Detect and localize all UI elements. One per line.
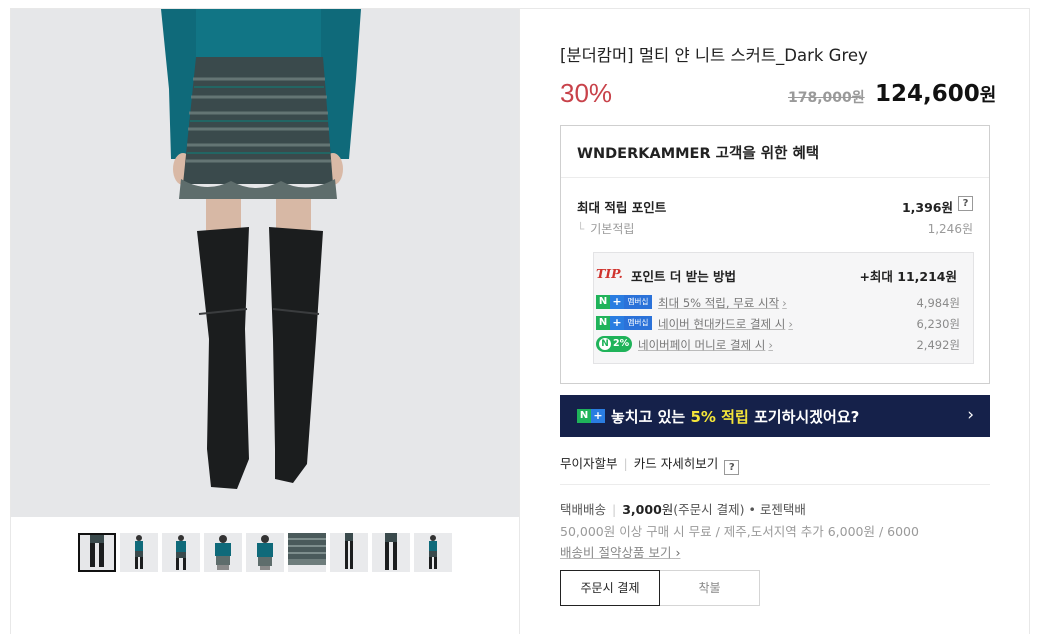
tip-box: TIP. 포인트 더 받는 방법 +최대 11,214원 N + 멤버십 최대 5%…	[593, 252, 974, 364]
vertical-divider	[519, 8, 520, 634]
basic-point-label: 기본적립	[590, 222, 635, 236]
thumbnail-8[interactable]	[372, 533, 410, 572]
naver-plus-icon: N +	[577, 409, 605, 423]
naver-plus-membership-icon: N + 멤버십	[596, 295, 652, 309]
naver-plus-banner[interactable]: N + 놓치고 있는 5% 적립 포기하시겠어요? ›	[560, 395, 990, 437]
sale-price: 124,600원	[875, 81, 996, 107]
thumbnail-1[interactable]	[78, 533, 116, 572]
sale-price-amount: 124,600	[875, 81, 980, 107]
card-help-icon[interactable]: ?	[724, 460, 740, 475]
original-price: 178,000원	[788, 90, 865, 106]
thumbnail-3[interactable]	[162, 533, 200, 572]
shipping-row: 택배배송 | 3,000원(주문시 결제) • 로젠택배	[560, 502, 806, 517]
thumbnail-2[interactable]	[120, 533, 158, 572]
tip-row-text[interactable]: 네이버페이 머니로 결제 시 ›	[638, 337, 773, 353]
shipping-carrier: • 로젠택배	[748, 502, 806, 517]
tip-header: TIP. 포인트 더 받는 방법 +최대 11,214원	[594, 253, 973, 284]
tip-row-value: 2,492원	[916, 338, 960, 352]
chevron-right-icon: ›	[788, 317, 793, 331]
thumbnail-9[interactable]	[414, 533, 452, 572]
tip-mark: TIP.	[596, 266, 623, 281]
tip-title: 포인트 더 받는 방법	[631, 269, 737, 284]
benefit-box: WNDERKAMMER 고객을 위한 혜택 최대 적립 포인트 1,396원 ?…	[560, 125, 990, 384]
banner-message: 놓치고 있는 5% 적립 포기하시겠어요?	[611, 408, 860, 426]
installment-label: 무이자할부	[560, 456, 618, 471]
shipping-fee: 3,000원	[622, 502, 674, 517]
basic-point-row: └ 기본적립 1,246원	[577, 220, 973, 237]
tip-row-value: 4,984원	[916, 296, 960, 310]
chevron-right-icon: ›	[782, 296, 787, 310]
basic-point-value: 1,246원	[927, 222, 973, 236]
chevron-right-icon: ›	[967, 405, 974, 425]
sale-price-unit: 원	[979, 85, 997, 106]
max-point-value: 1,396원	[901, 200, 953, 215]
section-divider	[560, 484, 990, 485]
thumbnail-5[interactable]	[246, 533, 284, 572]
point-help-icon[interactable]: ?	[958, 196, 973, 211]
free-shipping-condition: 50,000원 이상 구매 시 무료 / 제주,도서지역 추가 6,000원 /…	[560, 524, 919, 539]
tip-row-membership[interactable]: N + 멤버십 최대 5% 적립, 무료 시작 › 4,984원	[596, 294, 960, 310]
product-page: [분더캄머] 멀티 얀 니트 스커트_Dark Grey 30% 178,000…	[0, 0, 1038, 634]
thumbnail-strip	[78, 533, 452, 572]
thumbnail-7[interactable]	[330, 533, 368, 572]
shipping-type: 택배배송	[560, 502, 607, 517]
pay-on-delivery-button[interactable]: 착불	[660, 570, 760, 606]
thumbnail-6[interactable]	[288, 533, 326, 572]
shipping-saving-link[interactable]: 배송비 절약상품 보기 ›	[560, 542, 680, 561]
tip-row-hyundai-card[interactable]: N + 멤버십 네이버 현대카드로 결제 시 › 6,230원	[596, 315, 960, 331]
branch-icon: └	[577, 222, 585, 236]
product-photo-illustration	[11, 9, 519, 517]
shipping-payment-toggle: 주문시 결제 착불	[560, 570, 760, 606]
naverpay-percent-icon: N 2%	[596, 336, 632, 352]
tip-row-naverpay-money[interactable]: N 2% 네이버페이 머니로 결제 시 › 2,492원	[596, 336, 960, 352]
card-details-link[interactable]: 카드 자세히보기	[634, 456, 718, 471]
product-main-image[interactable]	[11, 9, 519, 517]
chevron-right-icon: ›	[768, 338, 773, 352]
max-point-row: 최대 적립 포인트 1,396원 ?	[577, 196, 973, 216]
product-title: [분더캄머] 멀티 얀 니트 스커트_Dark Grey	[560, 46, 868, 65]
tip-row-text[interactable]: 네이버 현대카드로 결제 시 ›	[658, 316, 793, 332]
pay-on-order-button[interactable]: 주문시 결제	[560, 570, 660, 606]
tip-total: +최대 11,214원	[859, 269, 957, 284]
discount-rate: 30%	[560, 78, 613, 108]
tip-row-value: 6,230원	[916, 317, 960, 331]
benefit-header: WNDERKAMMER 고객을 위한 혜택	[561, 126, 989, 178]
chevron-right-icon: ›	[675, 545, 681, 560]
installment-row: 무이자할부 | 카드 자세히보기?	[560, 453, 740, 475]
shipping-fee-condition: (주문시 결제)	[673, 502, 745, 517]
max-point-label: 최대 적립 포인트	[577, 200, 667, 215]
tip-row-text[interactable]: 최대 5% 적립, 무료 시작 ›	[658, 295, 787, 311]
naver-plus-membership-icon: N + 멤버십	[596, 316, 652, 330]
thumbnail-4[interactable]	[204, 533, 242, 572]
